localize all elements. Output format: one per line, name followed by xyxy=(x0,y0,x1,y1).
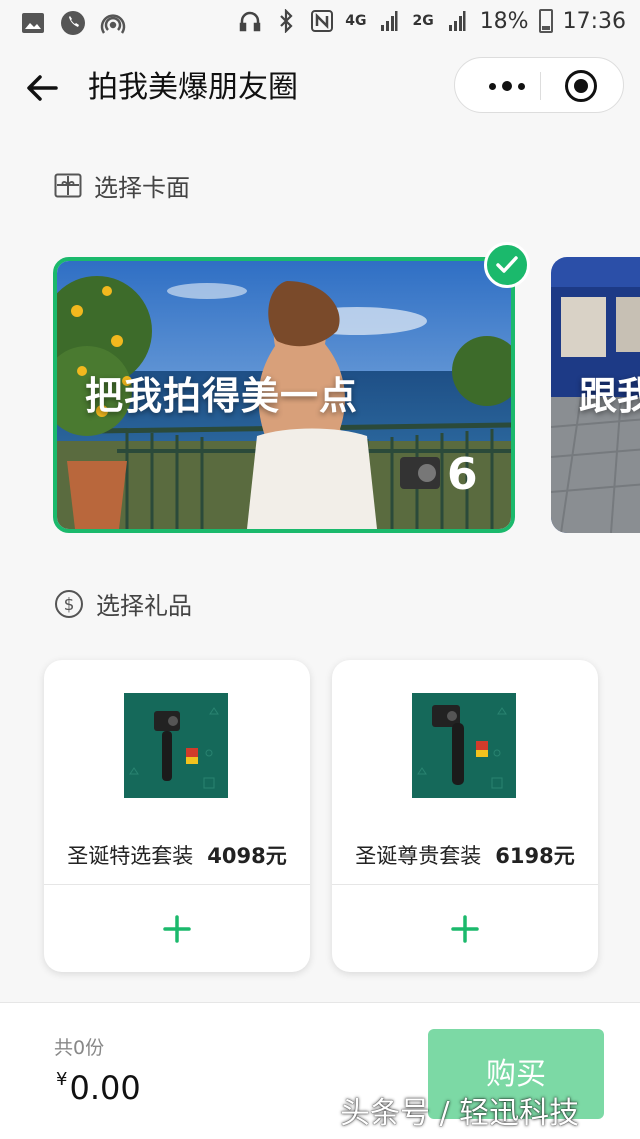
gift-section-title: 选择礼品 xyxy=(96,592,192,620)
bluetooth-icon xyxy=(273,8,299,34)
gift-price: 4098元 xyxy=(207,844,287,868)
signal-label-1: 4G xyxy=(345,13,367,29)
gift-name-row: 圣诞特选套装 4098元 xyxy=(44,840,310,870)
card-section-header: 选择卡面 xyxy=(54,168,190,203)
watermark: 头条号 / 轻迅科技 xyxy=(340,1096,580,1131)
signal-icon-2 xyxy=(444,8,470,34)
total-amount: 0.00 xyxy=(69,1069,141,1107)
plus-icon xyxy=(451,914,479,943)
card-section-title: 选择卡面 xyxy=(94,174,190,202)
add-gift-button[interactable] xyxy=(44,885,310,972)
capsule-divider xyxy=(540,72,541,100)
more-button[interactable] xyxy=(479,58,535,114)
item-count: 共0份 xyxy=(54,1037,105,1059)
dollar-icon: $ xyxy=(55,589,83,618)
gift-name-row: 圣诞尊贵套装 6198元 xyxy=(332,840,598,870)
currency-symbol: ¥ xyxy=(56,1069,68,1090)
svg-text:6: 6 xyxy=(447,449,478,500)
battery-icon xyxy=(538,9,553,33)
clock-time: 17:36 xyxy=(562,8,626,34)
gift-section-header: $ 选择礼品 xyxy=(54,586,192,621)
miniprogram-capsule xyxy=(454,57,624,113)
battery-percent: 18% xyxy=(479,8,529,34)
svg-text:$: $ xyxy=(64,595,75,615)
gift-image xyxy=(124,693,228,798)
page-title: 拍我美爆朋友圈 xyxy=(88,70,298,105)
total-price: ¥0.00 xyxy=(56,1069,141,1107)
add-gift-button[interactable] xyxy=(332,885,598,972)
gallery-icon xyxy=(20,10,46,36)
headphones-icon xyxy=(237,8,263,34)
gift-name: 圣诞尊贵套装 xyxy=(355,844,482,868)
signal-icon xyxy=(376,8,402,34)
card-option-selected[interactable]: 6 把我拍得美一点 xyxy=(53,257,515,533)
nav-bar: 拍我美爆朋友圈 xyxy=(0,50,640,126)
nfc-icon xyxy=(309,8,335,34)
check-icon xyxy=(484,242,530,288)
gift-card-icon xyxy=(54,173,82,197)
plus-icon xyxy=(163,914,191,943)
gift-price: 6198元 xyxy=(495,844,575,868)
signal-label-2: 2G xyxy=(412,13,434,29)
arrow-left-icon xyxy=(27,75,58,101)
phone-icon xyxy=(60,10,86,36)
gift-card: 圣诞特选套装 4098元 xyxy=(44,660,310,972)
card-option-next[interactable]: 跟我 xyxy=(551,257,640,533)
gift-image xyxy=(412,693,516,798)
card-text-next: 跟我 xyxy=(579,374,640,418)
card-text-main: 把我拍得美一点 xyxy=(85,374,359,418)
status-bar: 4G 2G 18% 17:36 xyxy=(0,0,640,46)
close-miniprogram-button[interactable] xyxy=(565,70,597,102)
hotspot-icon xyxy=(100,10,126,36)
gift-name: 圣诞特选套装 xyxy=(67,844,194,868)
gift-card: 圣诞尊贵套装 6198元 xyxy=(332,660,598,972)
back-button[interactable] xyxy=(22,68,62,108)
